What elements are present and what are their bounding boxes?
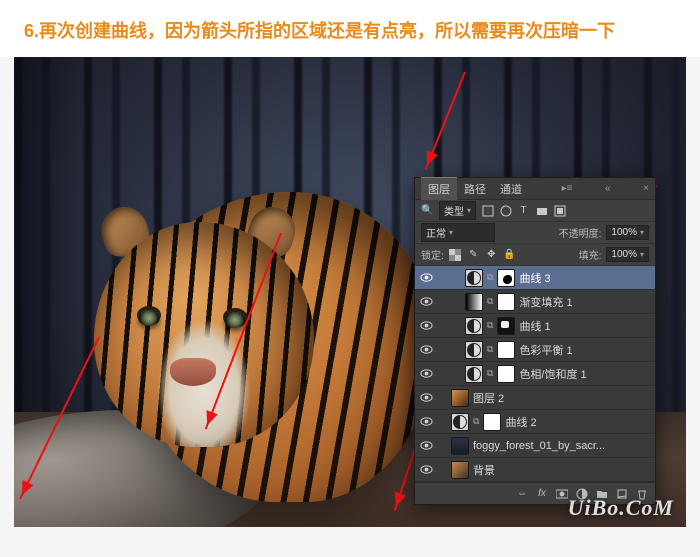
link-icon: ⧉ [487,344,493,355]
chevron-down-icon: ▾ [467,206,471,215]
filter-smart-icon[interactable] [553,204,566,217]
lock-position-icon[interactable]: ✥ [485,248,498,261]
fx-icon[interactable]: fx [533,487,551,500]
layer-row[interactable]: ⧉ 色相/饱和度 1 [415,362,655,386]
layer-thumb-image [451,437,469,455]
visibility-toggle[interactable] [419,415,433,429]
layer-mask[interactable] [483,413,501,431]
visibility-toggle[interactable] [419,367,433,381]
layer-thumb-adjust [451,413,469,431]
layer-name-label: 曲线 1 [519,318,550,334]
layer-mask[interactable] [497,365,515,383]
layer-thumb-adjust [465,341,483,359]
layer-name-label: 渐变填充 1 [519,294,572,310]
blend-row: 正常 ▾ 不透明度: 100% ▾ [415,222,655,244]
filter-row: 🔍 类型 ▾ T [415,200,655,222]
layer-row[interactable]: ⧉ 色彩平衡 1 [415,338,655,362]
watermark: UiBo.CoM [568,495,674,521]
lock-transparency-icon[interactable] [449,248,462,261]
lock-all-icon[interactable]: 🔒 [503,248,516,261]
link-icon: ⧉ [487,320,493,331]
layer-mask[interactable] [497,293,515,311]
panel-menu-icon[interactable]: ▸≡ [562,183,573,194]
layer-row[interactable]: 背景 [415,458,655,482]
tiger-eye-right [224,312,246,328]
layer-mask[interactable] [497,317,515,335]
layer-name-label: 色相/饱和度 1 [519,366,586,382]
layer-thumb-image [451,389,469,407]
layer-name-label: foggy_forest_01_by_sacr... [473,440,605,452]
chevron-down-icon: ▾ [640,250,644,259]
fill-input[interactable]: 100% ▾ [606,247,649,262]
opacity-input[interactable]: 100% ▾ [606,225,649,240]
tutorial-step-caption: 6.再次创建曲线，因为箭头所指的区域还是有点亮，所以需要再次压暗一下 [0,0,700,57]
layer-name-label: 背景 [473,462,495,478]
subject-tiger [74,152,454,522]
layer-row[interactable]: ⧉ 曲线 3 [415,266,655,290]
link-icon: ⧉ [487,272,493,283]
fill-label: 填充: [579,247,602,262]
tab-layers[interactable]: 图层 [421,177,457,200]
link-layers-icon[interactable]: ⇔ [513,487,531,500]
layer-thumb-adjust [465,365,483,383]
fill-value: 100% [611,249,637,260]
layer-thumb-image [451,461,469,479]
lock-pixels-icon[interactable]: ✎ [467,248,480,261]
visibility-toggle[interactable] [419,343,433,357]
tab-channels[interactable]: 通道 [493,178,529,200]
canvas-preview: 图层 路径 通道 ▸≡ « × 🔍 类型 ▾ T 正常 ▾ 不透明度 [14,57,686,527]
layer-thumb-gradient [465,293,483,311]
layers-panel: 图层 路径 通道 ▸≡ « × 🔍 类型 ▾ T 正常 ▾ 不透明度 [414,177,656,505]
search-icon[interactable]: 🔍 [421,204,434,217]
link-icon: ⧉ [473,416,479,427]
layer-row[interactable]: ⧉ 渐变填充 1 [415,290,655,314]
link-icon: ⧉ [487,368,493,379]
tiger-eye-left [138,310,160,326]
lock-label: 锁定: [421,247,444,262]
filter-pixel-icon[interactable] [481,204,494,217]
filter-shape-icon[interactable] [535,204,548,217]
visibility-toggle[interactable] [419,439,433,453]
layer-row[interactable]: foggy_forest_01_by_sacr... [415,434,655,458]
blend-mode-select[interactable]: 正常 ▾ [421,223,495,242]
opacity-label: 不透明度: [559,225,602,240]
filter-adjust-icon[interactable] [499,204,512,217]
layer-name-label: 曲线 3 [519,270,550,286]
layer-mask[interactable] [497,269,515,287]
layer-row[interactable]: ⧉ 曲线 1 [415,314,655,338]
filter-text-icon[interactable]: T [517,204,530,217]
layers-list: ⧉ 曲线 3 ⧉ 渐变填充 1 ⧉ 曲线 1 ⧉ 色彩平衡 1 ⧉ 色相/饱和度 1 图层 2 ⧉ 曲线… [415,266,655,482]
layer-name-label: 色彩平衡 1 [519,342,572,358]
layer-row[interactable]: ⧉ 曲线 2 [415,410,655,434]
layer-name-label: 图层 2 [473,390,504,406]
link-icon: ⧉ [487,296,493,307]
layer-row[interactable]: 图层 2 [415,386,655,410]
lock-row: 锁定: ✎ ✥ 🔒 填充: 100% ▾ [415,244,655,266]
tiger-nose [170,358,216,386]
layer-name-label: 曲线 2 [505,414,536,430]
filter-type-label: 类型 [444,203,464,218]
chevron-down-icon: ▾ [640,228,644,237]
visibility-toggle[interactable] [419,463,433,477]
panel-close-icon[interactable]: × [643,183,649,194]
panel-titlebar: 图层 路径 通道 ▸≡ « × [415,178,655,200]
panel-collapse-icon[interactable]: « [605,183,611,194]
chevron-down-icon: ▾ [449,228,453,237]
filter-type-select[interactable]: 类型 ▾ [439,201,476,220]
tab-paths[interactable]: 路径 [457,178,493,200]
visibility-toggle[interactable] [419,391,433,405]
layer-thumb-adjust [465,269,483,287]
visibility-toggle[interactable] [419,319,433,333]
layer-thumb-adjust [465,317,483,335]
blend-mode-value: 正常 [426,225,446,240]
layer-mask[interactable] [497,341,515,359]
visibility-toggle[interactable] [419,295,433,309]
opacity-value: 100% [611,227,637,238]
visibility-toggle[interactable] [419,271,433,285]
